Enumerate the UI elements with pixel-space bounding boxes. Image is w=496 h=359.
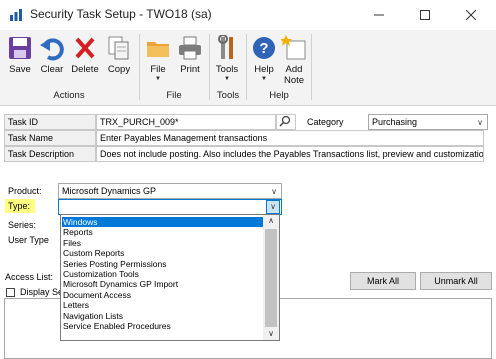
chevron-down-icon: ∨ — [477, 118, 483, 127]
folder-icon — [147, 42, 169, 57]
task-description-label: Task Description — [4, 146, 96, 162]
add-note-label: Add — [285, 64, 303, 75]
access-list-label: Access List: — [5, 272, 54, 282]
product-label: Product: — [8, 186, 42, 196]
minimize-button[interactable] — [356, 0, 402, 30]
category-value: Purchasing — [372, 117, 418, 127]
chevron-down-icon[interactable]: ∨ — [266, 200, 280, 214]
maximize-icon — [420, 10, 430, 20]
clear-button[interactable]: Clear — [38, 33, 66, 87]
app-icon — [10, 9, 22, 21]
title-bar: Security Task Setup - TWO18 (sa) — [0, 0, 496, 30]
tools-label: Tools — [215, 64, 239, 75]
product-select[interactable]: Microsoft Dynamics GP ∨ — [58, 183, 282, 199]
type-label: Type: — [5, 199, 35, 213]
category-select[interactable]: Purchasing ∨ — [368, 114, 488, 130]
close-button[interactable] — [448, 0, 494, 30]
type-option-windows[interactable]: Windows — [62, 217, 263, 228]
type-option-reports[interactable]: Reports — [62, 227, 263, 237]
window-title: Security Task Setup - TWO18 (sa) — [30, 7, 212, 21]
delete-button[interactable]: Delete — [70, 33, 100, 87]
type-option-document-access[interactable]: Document Access — [62, 290, 263, 300]
scrollbar-thumb[interactable] — [265, 229, 277, 327]
type-option-gp-import[interactable]: Microsoft Dynamics GP Import — [62, 279, 263, 289]
ribbon-toolbar: Save Clear Delete Copy Actions File ▼ Pr… — [0, 30, 496, 106]
file-dropdown-caret: ▼ — [155, 76, 161, 82]
delete-x-icon — [75, 37, 95, 59]
help-label: Help — [254, 64, 274, 75]
note-icon — [281, 35, 306, 60]
svg-text:?: ? — [259, 40, 268, 57]
type-option-customization-tools[interactable]: Customization Tools — [62, 269, 263, 279]
product-value: Microsoft Dynamics GP — [62, 186, 157, 196]
task-id-field[interactable]: TRX_PURCH_009* — [96, 114, 276, 130]
tools-button[interactable]: Tools ▼ — [213, 33, 241, 87]
type-option-navigation-lists[interactable]: Navigation Lists — [62, 311, 263, 321]
save-button[interactable]: Save — [6, 33, 34, 87]
save-label: Save — [9, 64, 31, 75]
series-label: Series: — [8, 220, 37, 230]
add-note-button[interactable]: Add Note — [280, 33, 308, 87]
task-name-label: Task Name — [4, 130, 96, 146]
lookup-button[interactable] — [276, 114, 296, 130]
user-type-label: User Type — [8, 235, 49, 245]
printer-icon — [179, 36, 201, 60]
display-checkbox[interactable] — [6, 288, 15, 297]
type-option-custom-reports[interactable]: Custom Reports — [62, 248, 263, 258]
type-option-service-enabled-procedures[interactable]: Service Enabled Procedures — [62, 321, 263, 331]
task-name-field[interactable]: Enter Payables Management transactions — [96, 130, 484, 146]
print-button[interactable]: Print — [176, 33, 204, 87]
file-group-label: File — [166, 90, 182, 101]
add-note-label-2: Note — [283, 75, 305, 86]
type-option-files[interactable]: Files — [62, 238, 263, 248]
category-label: Category — [307, 117, 344, 127]
task-description-field[interactable]: Does not include posting. Also includes … — [96, 146, 484, 162]
clear-label: Clear — [40, 64, 64, 75]
group-separator — [311, 34, 312, 100]
help-button[interactable]: ? Help ▼ — [250, 33, 278, 87]
display-label: Display Se — [20, 287, 64, 297]
mark-all-button[interactable]: Mark All — [350, 272, 416, 290]
dropdown-scrollbar[interactable]: ∧ ∨ — [263, 215, 279, 340]
type-option-series-posting-permissions[interactable]: Series Posting Permissions — [62, 259, 263, 269]
save-icon — [9, 37, 31, 59]
print-label: Print — [180, 64, 200, 75]
type-dropdown-list[interactable]: Windows Reports Files Custom Reports Ser… — [60, 214, 280, 341]
undo-icon — [40, 38, 64, 61]
lookup-icon — [279, 115, 291, 127]
close-icon — [466, 10, 476, 20]
tools-dropdown-caret: ▼ — [224, 76, 230, 82]
minimize-icon — [374, 14, 384, 16]
tools-group-label: Tools — [216, 90, 240, 101]
help-icon: ? — [253, 37, 275, 59]
delete-label: Delete — [71, 64, 99, 75]
copy-label: Copy — [107, 64, 131, 75]
type-select[interactable]: ∨ — [58, 199, 282, 215]
file-label: File — [150, 64, 166, 75]
task-id-label: Task ID — [4, 114, 96, 130]
scroll-down-arrow-icon[interactable]: ∨ — [263, 328, 279, 340]
file-button[interactable]: File ▼ — [144, 33, 172, 87]
actions-group-label: Actions — [53, 90, 85, 101]
scroll-up-arrow-icon[interactable]: ∧ — [263, 215, 279, 227]
copy-icon — [108, 36, 129, 60]
maximize-button[interactable] — [402, 0, 448, 30]
unmark-all-button[interactable]: Unmark All — [420, 272, 492, 290]
help-group-label: Help — [269, 90, 289, 101]
copy-button[interactable]: Copy — [104, 33, 134, 87]
type-option-letters[interactable]: Letters — [62, 300, 263, 310]
help-dropdown-caret: ▼ — [261, 76, 267, 82]
chevron-down-icon: ∨ — [271, 187, 277, 196]
tools-icon — [218, 35, 233, 59]
